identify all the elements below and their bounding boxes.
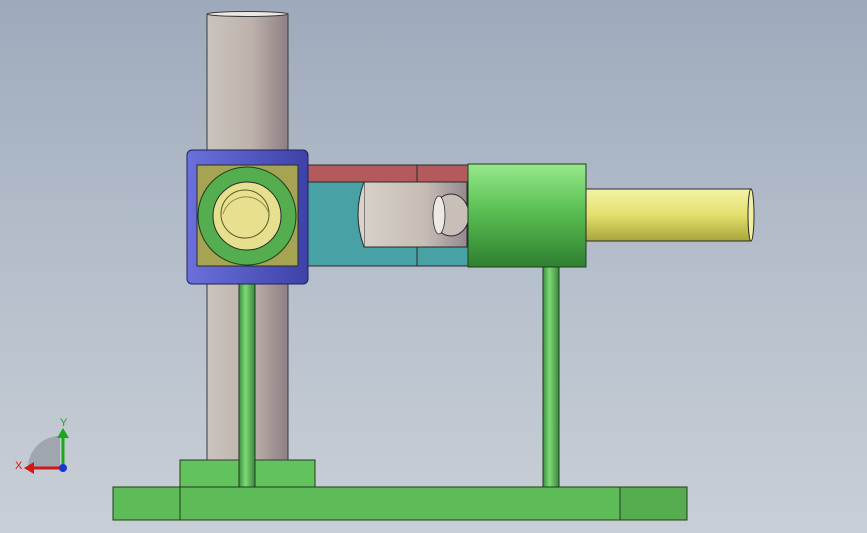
support-rod-left[interactable] [238,264,256,488]
support-rod-right[interactable] [542,264,560,488]
pivot-block[interactable] [186,149,309,285]
x-axis-label: X [15,460,23,472]
y-axis-label: Y [60,417,68,429]
cylinder-body[interactable] [467,163,587,268]
z-axis-dot [59,464,67,472]
piston[interactable] [357,181,470,248]
piston-rod[interactable] [585,188,755,242]
view-triad: Y X [15,417,69,474]
base-plate[interactable] [112,486,688,521]
y-arrow-head-icon [57,428,69,438]
cad-viewport[interactable]: Y X [0,0,867,533]
